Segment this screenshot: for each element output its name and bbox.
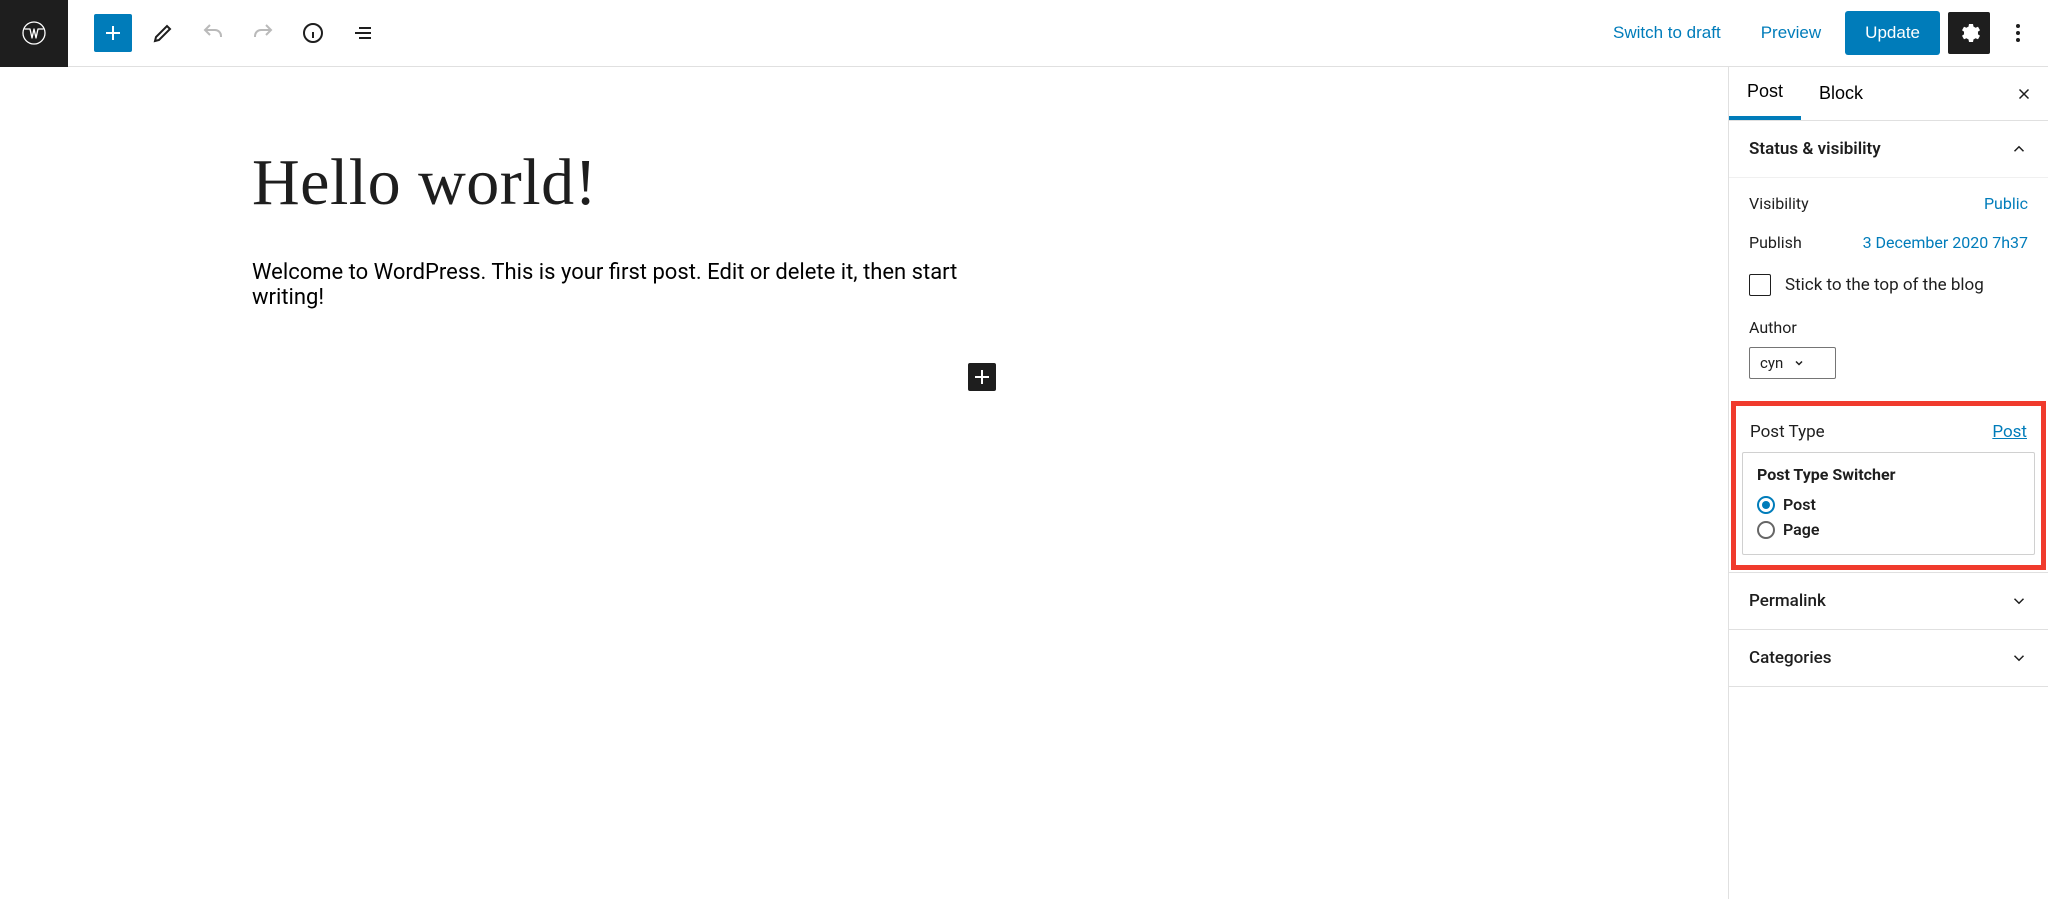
panel-permalink-header[interactable]: Permalink [1729,572,2048,630]
post-type-highlight: Post Type Post Post Type Switcher Post P… [1731,401,2046,570]
add-block-button[interactable] [94,14,132,52]
radio-option-post[interactable]: Post [1757,492,2020,517]
edit-mode-button[interactable] [144,14,182,52]
visibility-row: Visibility Public [1749,184,2028,223]
undo-icon [201,21,225,45]
post-type-header[interactable]: Post Type Post [1736,406,2041,452]
post-title[interactable]: Hello world! [252,147,597,220]
editor-top-bar: Switch to draft Preview Update [0,0,2048,67]
post-type-title: Post Type [1750,422,1825,442]
wordpress-icon [22,21,46,45]
stick-checkbox[interactable] [1749,274,1771,296]
kebab-icon [2006,21,2030,45]
stick-to-top-row[interactable]: Stick to the top of the blog [1749,262,2028,308]
plus-icon [970,365,994,389]
gear-icon [1957,21,1981,45]
pencil-icon [151,21,175,45]
post-type-switcher-popover: Post Type Switcher Post Page [1742,452,2035,555]
radio-unselected-icon [1757,521,1775,539]
info-icon [301,21,325,45]
radio-label-page: Page [1783,520,1819,539]
main-area: Hello world! Welcome to WordPress. This … [0,67,2048,899]
settings-button[interactable] [1948,12,1990,54]
close-icon [2015,85,2033,103]
publish-date-value[interactable]: 3 December 2020 7h37 [1863,233,2028,252]
panel-status-visibility-body: Visibility Public Publish 3 December 202… [1729,178,2048,399]
panel-status-visibility-header[interactable]: Status & visibility [1729,121,2048,178]
radio-option-page[interactable]: Page [1757,517,2020,542]
toolbar-left-group [68,14,382,52]
outline-button[interactable] [344,14,382,52]
author-select[interactable]: cyn [1749,347,1836,379]
info-button[interactable] [294,14,332,52]
sidebar-tabs: Post Block [1729,67,2048,121]
update-button[interactable]: Update [1845,11,1940,55]
redo-button[interactable] [244,14,282,52]
close-sidebar-button[interactable] [2000,67,2048,120]
author-value: cyn [1760,354,1783,372]
more-options-button[interactable] [1998,12,2038,54]
publish-row: Publish 3 December 2020 7h37 [1749,223,2028,262]
wordpress-logo[interactable] [0,0,68,67]
chevron-down-icon [2010,649,2028,667]
panel-title: Status & visibility [1749,139,1881,159]
plus-icon [101,21,125,45]
editor-canvas[interactable]: Hello world! Welcome to WordPress. This … [0,67,1728,899]
chevron-down-icon [2010,592,2028,610]
preview-button[interactable]: Preview [1745,13,1837,53]
chevron-up-icon [2010,140,2028,158]
settings-sidebar: Post Block Status & visibility Visibilit… [1728,67,2048,899]
publish-label: Publish [1749,233,1802,252]
post-type-current-link[interactable]: Post [1992,422,2027,442]
visibility-label: Visibility [1749,194,1809,213]
switcher-title: Post Type Switcher [1757,465,2020,484]
visibility-value[interactable]: Public [1984,194,2028,213]
switch-to-draft-button[interactable]: Switch to draft [1597,13,1737,53]
panel-title: Permalink [1749,591,1826,611]
post-body[interactable]: Welcome to WordPress. This is your first… [252,260,1012,310]
author-label: Author [1749,318,2028,337]
tab-post[interactable]: Post [1729,67,1801,120]
radio-selected-icon [1757,496,1775,514]
tab-block[interactable]: Block [1801,67,1881,120]
redo-icon [251,21,275,45]
inline-add-block-button[interactable] [968,363,996,391]
list-icon [351,21,375,45]
panel-categories-header[interactable]: Categories [1729,630,2048,687]
stick-label: Stick to the top of the blog [1785,275,1984,295]
undo-button[interactable] [194,14,232,52]
chevron-down-icon [1793,357,1805,369]
toolbar-right-group: Switch to draft Preview Update [1597,11,2048,55]
panel-title: Categories [1749,648,1832,668]
radio-label-post: Post [1783,495,1816,514]
